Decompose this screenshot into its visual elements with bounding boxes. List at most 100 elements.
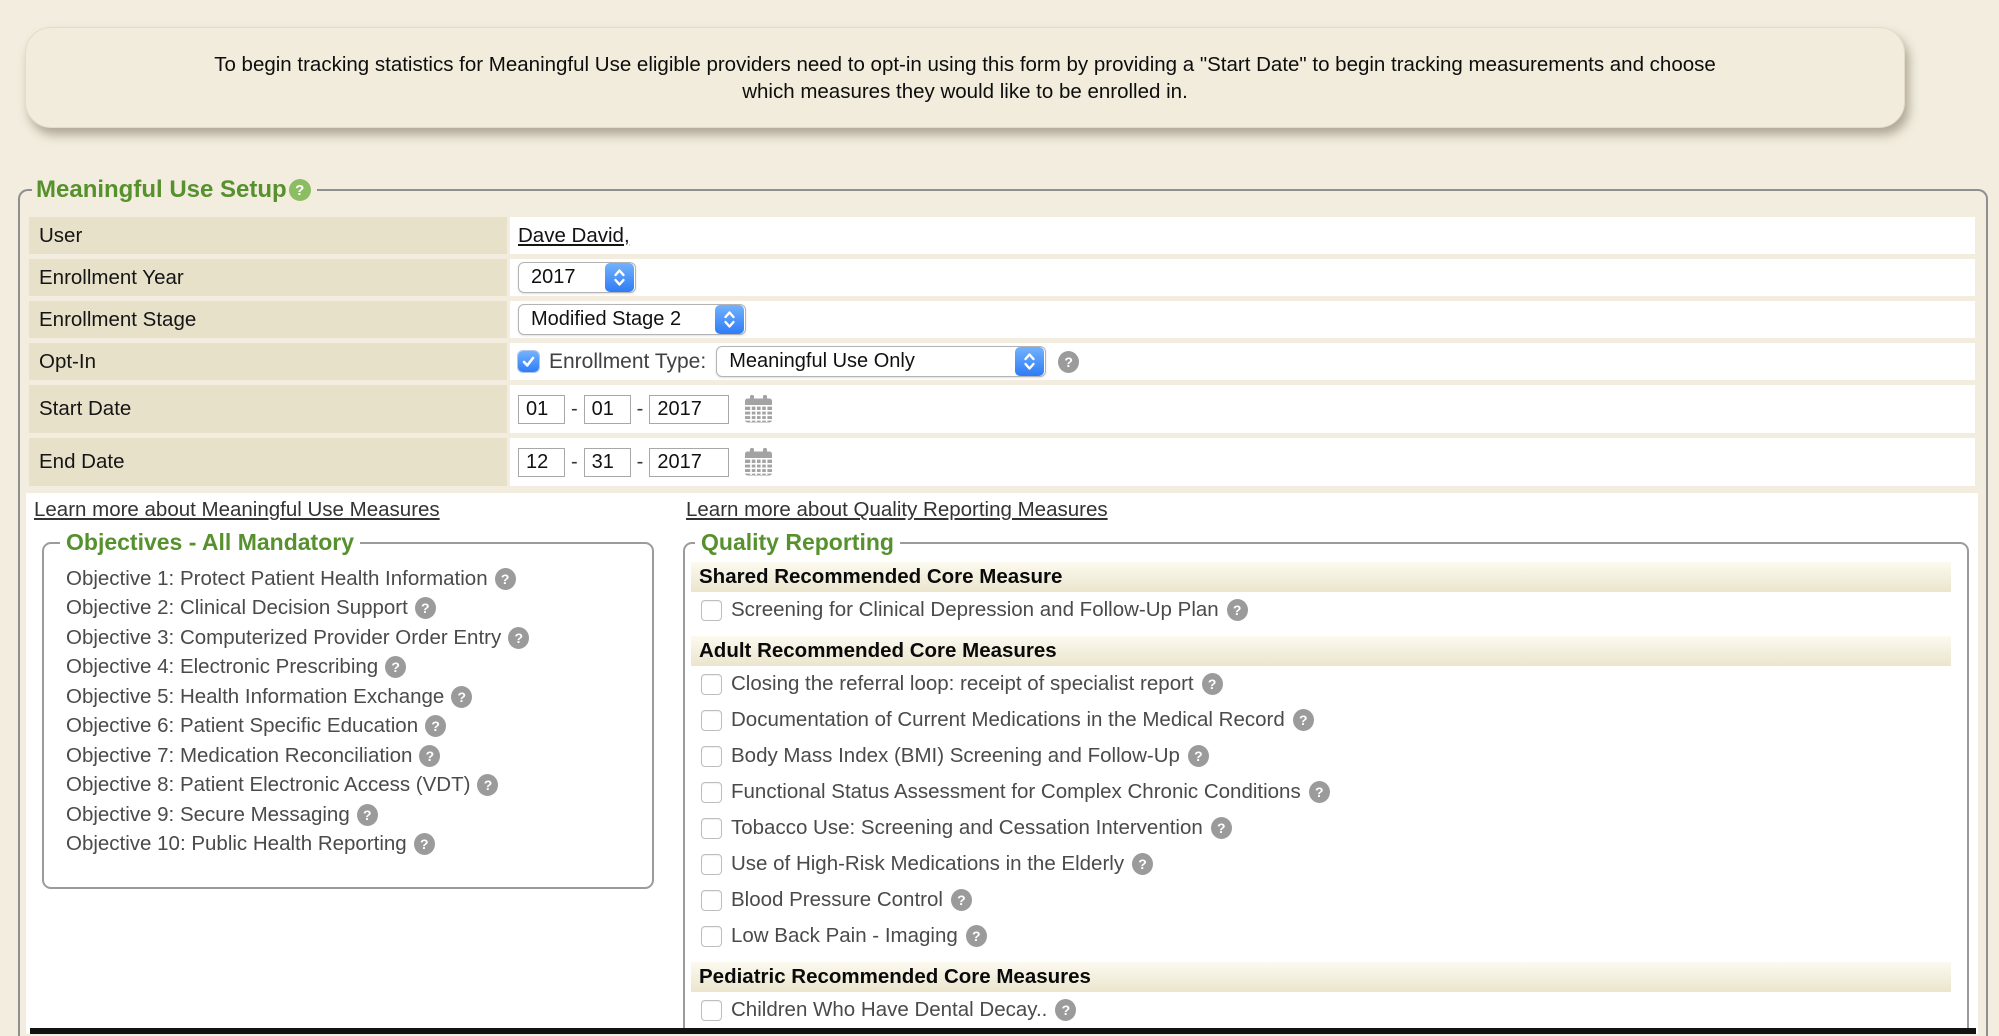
enrollment-type-help-icon[interactable]: ? xyxy=(1058,351,1079,373)
start-day-input[interactable] xyxy=(584,395,631,424)
help-icon[interactable]: ? xyxy=(1309,781,1330,803)
help-icon[interactable]: ? xyxy=(1202,673,1223,695)
objectives-list: Objective 1: Protect Patient Health Info… xyxy=(56,556,640,859)
setup-title: Meaningful Use Setup xyxy=(36,176,287,204)
setup-legend: Meaningful Use Setup? xyxy=(32,176,317,204)
measure-label: Screening for Clinical Depression and Fo… xyxy=(731,598,1219,622)
end-day-input[interactable] xyxy=(584,448,631,477)
start-year-input[interactable] xyxy=(649,395,729,424)
objective-label: Objective 2: Clinical Decision Support xyxy=(66,596,408,620)
help-icon[interactable]: ? xyxy=(1055,999,1076,1021)
measure-checkbox[interactable] xyxy=(701,746,722,767)
date-separator: - xyxy=(637,451,644,474)
help-icon[interactable]: ? xyxy=(357,804,378,826)
table-row: Start Date - - xyxy=(29,385,1975,433)
help-icon[interactable]: ? xyxy=(1188,745,1209,767)
opt-in-label: Opt-In xyxy=(29,343,507,380)
enrollment-stage-select[interactable]: Modified Stage 2 xyxy=(518,304,746,335)
measure-item: Low Back Pain - Imaging? xyxy=(701,918,1951,954)
section-header: Pediatric Recommended Core Measures xyxy=(691,962,1951,992)
help-icon[interactable]: ? xyxy=(495,568,516,590)
measure-item: Tobacco Use: Screening and Cessation Int… xyxy=(701,810,1951,846)
table-row: End Date - - xyxy=(29,438,1975,486)
objective-item: Objective 4: Electronic Prescribing? xyxy=(66,653,640,683)
measure-checkbox[interactable] xyxy=(701,782,722,803)
meaningful-use-setup-fieldset: Meaningful Use Setup? User Dave David, E… xyxy=(18,176,1988,1036)
measure-item: Blood Pressure Control? xyxy=(701,882,1951,918)
date-separator: - xyxy=(571,451,578,474)
measure-checkbox[interactable] xyxy=(701,818,722,839)
objective-label: Objective 9: Secure Messaging xyxy=(66,803,350,827)
measure-label: Body Mass Index (BMI) Screening and Foll… xyxy=(731,744,1180,768)
user-link[interactable]: Dave David, xyxy=(518,224,630,247)
help-icon[interactable]: ? xyxy=(385,656,406,678)
table-row: Opt-In Enrollment Type: Meaningful Use O… xyxy=(29,343,1975,380)
measure-checkbox[interactable] xyxy=(701,890,722,911)
objective-item: Objective 9: Secure Messaging? xyxy=(66,800,640,830)
objective-label: Objective 7: Medication Reconciliation xyxy=(66,744,412,768)
measure-label: Closing the referral loop: receipt of sp… xyxy=(731,672,1194,696)
measure-checkbox[interactable] xyxy=(701,710,722,731)
select-updown-chevron-icon xyxy=(1015,347,1044,376)
objective-label: Objective 3: Computerized Provider Order… xyxy=(66,626,501,650)
measure-checkbox[interactable] xyxy=(701,854,722,875)
help-icon[interactable]: ? xyxy=(419,745,440,767)
start-month-input[interactable] xyxy=(518,395,565,424)
calendar-icon[interactable] xyxy=(745,448,772,476)
help-icon[interactable]: ? xyxy=(1227,599,1248,621)
opt-in-checkbox[interactable] xyxy=(518,351,539,372)
user-label: User xyxy=(29,217,507,254)
measure-checkbox[interactable] xyxy=(701,674,722,695)
enrollment-year-value: 2017 xyxy=(519,266,588,289)
measure-item: Screening for Clinical Depression and Fo… xyxy=(701,592,1951,628)
date-separator: - xyxy=(571,398,578,421)
objective-item: Objective 7: Medication Reconciliation? xyxy=(66,741,640,771)
table-row: User Dave David, xyxy=(29,217,1975,254)
select-updown-chevron-icon xyxy=(715,305,744,334)
end-month-input[interactable] xyxy=(518,448,565,477)
objective-label: Objective 8: Patient Electronic Access (… xyxy=(66,773,470,797)
section-header: Adult Recommended Core Measures xyxy=(691,636,1951,666)
instruction-line-1: To begin tracking statistics for Meaning… xyxy=(214,51,1716,78)
objective-item: Objective 5: Health Information Exchange… xyxy=(66,682,640,712)
measure-label: Low Back Pain - Imaging xyxy=(731,924,958,948)
help-icon[interactable]: ? xyxy=(477,774,498,796)
setup-help-icon[interactable]: ? xyxy=(289,179,311,201)
calendar-icon[interactable] xyxy=(745,395,772,423)
enrollment-type-select[interactable]: Meaningful Use Only xyxy=(716,346,1046,377)
quality-reporting-title: Quality Reporting xyxy=(695,529,900,556)
end-year-input[interactable] xyxy=(649,448,729,477)
help-icon[interactable]: ? xyxy=(966,925,987,947)
objective-item: Objective 2: Clinical Decision Support? xyxy=(66,594,640,624)
section-header: Shared Recommended Core Measure xyxy=(691,562,1951,592)
select-updown-chevron-icon xyxy=(605,263,634,292)
enrollment-type-label: Enrollment Type: xyxy=(549,350,706,374)
help-icon[interactable]: ? xyxy=(1293,709,1314,731)
enrollment-stage-value: Modified Stage 2 xyxy=(519,308,693,331)
help-icon[interactable]: ? xyxy=(951,889,972,911)
objective-label: Objective 4: Electronic Prescribing xyxy=(66,655,378,679)
help-icon[interactable]: ? xyxy=(1211,817,1232,839)
quality-sections: Shared Recommended Core Measure Screening… xyxy=(691,562,1951,1028)
learn-more-mu-link[interactable]: Learn more about Meaningful Use Measures xyxy=(34,498,440,522)
help-icon[interactable]: ? xyxy=(414,833,435,855)
meaningful-use-page: To begin tracking statistics for Meaning… xyxy=(0,0,1999,1023)
measure-checkbox[interactable] xyxy=(701,926,722,947)
help-icon[interactable]: ? xyxy=(425,715,446,737)
help-icon[interactable]: ? xyxy=(415,597,436,619)
start-date-label: Start Date xyxy=(29,385,507,433)
measure-label: Use of High-Risk Medications in the Elde… xyxy=(731,852,1124,876)
measure-checkbox[interactable] xyxy=(701,1000,722,1021)
date-separator: - xyxy=(637,398,644,421)
help-icon[interactable]: ? xyxy=(508,627,529,649)
learn-more-qr-link[interactable]: Learn more about Quality Reporting Measu… xyxy=(686,498,1108,522)
enrollment-year-select[interactable]: 2017 xyxy=(518,262,636,293)
objective-item: Objective 3: Computerized Provider Order… xyxy=(66,623,640,653)
help-icon[interactable]: ? xyxy=(451,686,472,708)
table-row: Enrollment Year 2017 xyxy=(29,259,1975,296)
enrollment-type-value: Meaningful Use Only xyxy=(717,350,927,373)
help-icon[interactable]: ? xyxy=(1132,853,1153,875)
objective-item: Objective 8: Patient Electronic Access (… xyxy=(66,771,640,801)
measure-checkbox[interactable] xyxy=(701,600,722,621)
end-date-label: End Date xyxy=(29,438,507,486)
